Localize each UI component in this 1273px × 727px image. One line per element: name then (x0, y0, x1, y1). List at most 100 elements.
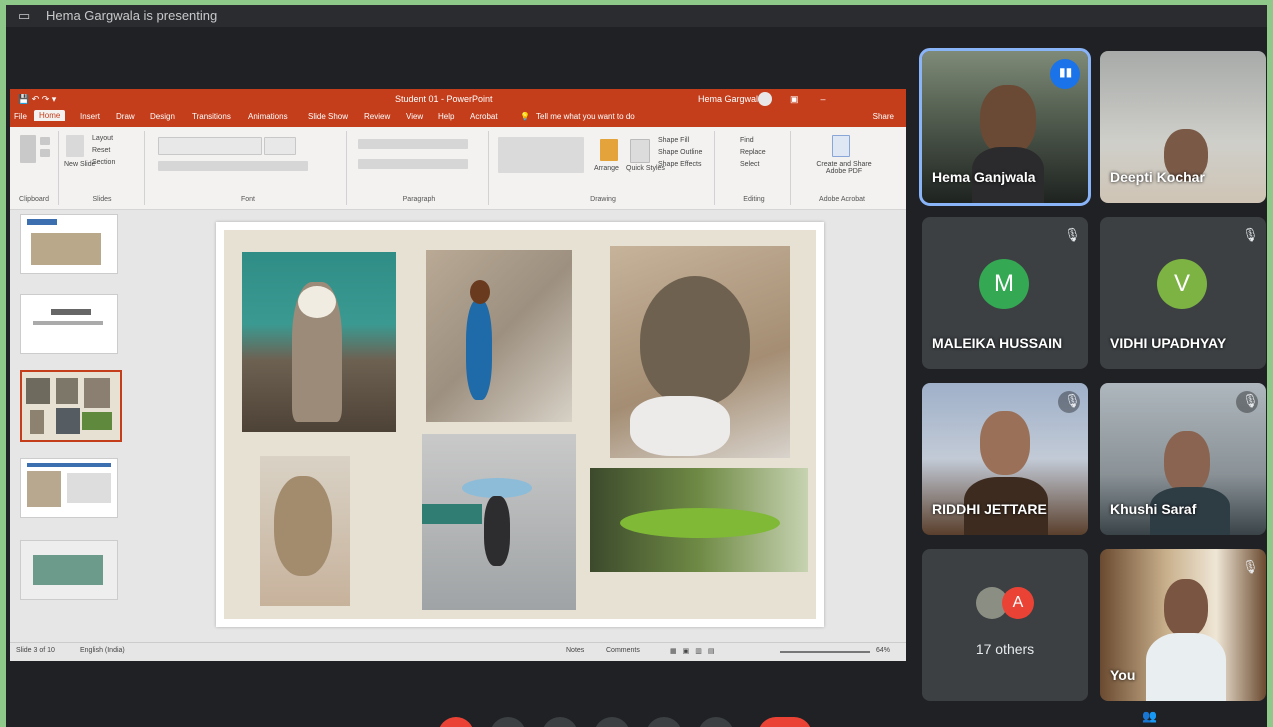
create-pdf-button[interactable]: Create and Share Adobe PDF (808, 161, 880, 175)
slide-thumbnail[interactable] (20, 214, 118, 274)
lightbulb-icon: 💡 (520, 112, 530, 121)
small-bird-photo (260, 456, 350, 606)
slide-thumbnail[interactable] (20, 458, 118, 518)
mic-off-icon: 🎙 (1242, 559, 1259, 574)
end-call-button[interactable] (758, 717, 812, 727)
reset-button[interactable]: Reset (92, 147, 110, 154)
participant-tile-2[interactable]: Deepti Kochar (1100, 51, 1266, 203)
cut-icon[interactable] (40, 137, 50, 145)
shape-effects-button[interactable]: Shape Effects (658, 161, 701, 168)
mic-toggle-button[interactable] (438, 717, 474, 727)
mic-off-icon: 🎙 (1058, 391, 1081, 413)
participant-tile-1[interactable]: ▮▮ Hema Ganjwala (919, 48, 1091, 206)
speaking-indicator-icon: ▮▮ (1050, 59, 1080, 89)
others-tile[interactable]: A 17 others (922, 549, 1088, 701)
presenting-text: Hema Gargwala is presenting (46, 8, 218, 23)
font-format-buttons[interactable] (158, 161, 308, 171)
shapes-gallery[interactable] (498, 137, 584, 173)
new-slide-label: New Slide (64, 161, 96, 168)
participant-name: Hema Ganjwala (932, 169, 1036, 185)
new-slide-icon[interactable] (66, 135, 84, 157)
group-label: Adobe Acrobat (819, 196, 865, 203)
slide-editor[interactable] (138, 210, 906, 642)
group-label: Drawing (590, 196, 616, 203)
notes-button[interactable]: Notes (566, 647, 584, 654)
group-label: Clipboard (19, 196, 49, 203)
quick-styles-icon[interactable] (630, 139, 650, 163)
section-button[interactable]: Section (92, 159, 115, 166)
participant-tile-3[interactable]: M 🎙 MALEIKA HUSSAIN (922, 217, 1088, 369)
participant-name: You (1110, 667, 1136, 683)
mic-off-icon: 🎙 (1064, 227, 1081, 242)
tab-review[interactable]: Review (364, 112, 390, 121)
presenting-banner: ▭ Hema Gargwala is presenting (6, 5, 1267, 27)
tab-view[interactable]: View (406, 112, 423, 121)
group-slides: New Slide Layout Reset Section Slides (60, 131, 145, 205)
group-font: Font (150, 131, 347, 205)
shape-fill-button[interactable]: Shape Fill (658, 137, 689, 144)
ppt-status-bar: Slide 3 of 10 English (India) Notes Comm… (10, 642, 906, 661)
shared-screen[interactable]: 💾 ↶ ↷ ▾ Student 01 - PowerPoint Hema Gar… (10, 89, 906, 661)
find-button[interactable]: Find (740, 137, 754, 144)
other-avatar: A (1002, 587, 1034, 619)
camera-toggle-button[interactable] (490, 717, 526, 727)
slide-thumbnail[interactable] (20, 294, 118, 354)
present-button[interactable] (594, 717, 630, 727)
cobra-photo (610, 246, 790, 458)
current-slide[interactable] (216, 222, 824, 627)
tab-file[interactable]: File (14, 112, 27, 121)
zoom-level[interactable]: 64% (876, 647, 890, 654)
share-button[interactable]: Share (873, 112, 894, 121)
slide-thumbnail-selected[interactable] (20, 370, 122, 442)
participant-tile-6[interactable]: 🎙 Khushi Saraf (1100, 383, 1266, 535)
participant-name: VIDHI UPADHYAY (1110, 335, 1227, 351)
view-buttons[interactable]: ▦▣▥▤ (670, 647, 720, 655)
captions-button[interactable] (542, 717, 578, 727)
replace-button[interactable]: Replace (740, 149, 766, 156)
more-options-button[interactable] (646, 717, 682, 727)
tab-help[interactable]: Help (438, 112, 454, 121)
pdf-icon[interactable] (832, 135, 850, 157)
select-button[interactable]: Select (740, 161, 759, 168)
slide-count: Slide 3 of 10 (16, 647, 55, 654)
tab-home[interactable]: Home (34, 110, 66, 121)
tab-slide-show[interactable]: Slide Show (308, 112, 348, 121)
participant-tile-5[interactable]: 🎙 RIDDHI JETTARE (922, 383, 1088, 535)
font-name-select[interactable] (158, 137, 262, 155)
quick-access-icons[interactable]: 💾 ↶ ↷ ▾ (18, 89, 56, 109)
group-paragraph: Paragraph (350, 131, 489, 205)
self-tile[interactable]: 🎙 You (1100, 549, 1266, 701)
arrange-label: Arrange (594, 165, 619, 172)
people-icon[interactable]: 👥 (1142, 709, 1157, 723)
bat-photo (422, 434, 576, 610)
copy-icon[interactable] (40, 149, 50, 157)
group-drawing: Arrange Quick Styles Shape Fill Shape Ou… (492, 131, 715, 205)
slide-thumbnail[interactable] (20, 540, 118, 600)
language-status[interactable]: English (India) (80, 647, 125, 654)
shape-outline-button[interactable]: Shape Outline (658, 149, 702, 156)
align-buttons[interactable] (358, 159, 468, 169)
raise-hand-button[interactable] (698, 717, 734, 727)
tab-transitions[interactable]: Transitions (192, 112, 231, 121)
font-size-select[interactable] (264, 137, 296, 155)
layout-button[interactable]: Layout (92, 135, 113, 142)
ppt-user-name: Hema Gargwala (698, 94, 764, 104)
tab-acrobat[interactable]: Acrobat (470, 112, 498, 121)
paste-icon[interactable] (20, 135, 36, 163)
participant-name: Khushi Saraf (1110, 501, 1197, 517)
list-buttons[interactable] (358, 139, 468, 149)
others-count: 17 others (975, 641, 1035, 657)
tab-design[interactable]: Design (150, 112, 175, 121)
arrange-icon[interactable] (600, 139, 618, 161)
comments-button[interactable]: Comments (606, 647, 640, 654)
group-label: Editing (743, 196, 765, 203)
group-adobe: Create and Share Adobe PDF Adobe Acrobat (794, 131, 890, 205)
tab-draw[interactable]: Draw (116, 112, 135, 121)
tab-animations[interactable]: Animations (248, 112, 288, 121)
participant-tile-4[interactable]: V 🎙 VIDHI UPADHYAY (1100, 217, 1266, 369)
zoom-slider[interactable] (780, 651, 870, 653)
tell-me-box[interactable]: Tell me what you want to do (536, 112, 635, 121)
owl-photo (242, 252, 396, 432)
user-avatar[interactable] (758, 92, 772, 106)
tab-insert[interactable]: Insert (80, 112, 100, 121)
